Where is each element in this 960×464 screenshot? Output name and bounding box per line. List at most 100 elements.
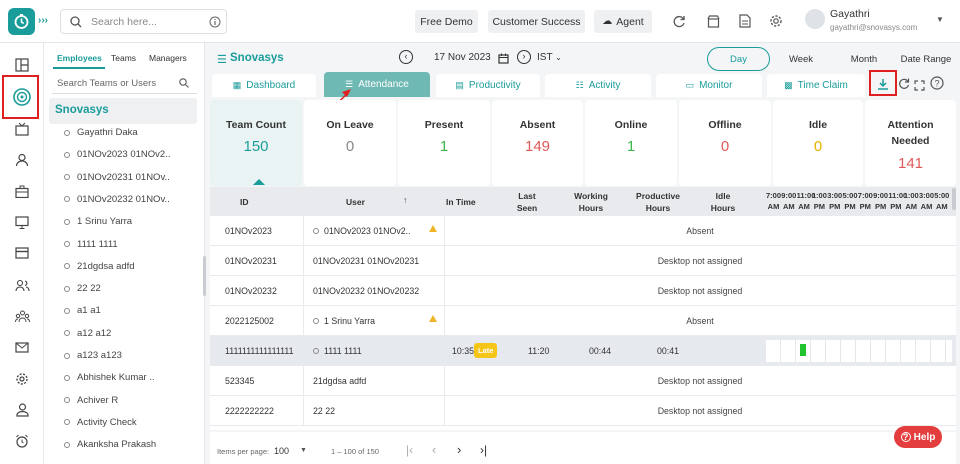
- member-list-item[interactable]: Akanksha Prakash: [64, 439, 156, 450]
- last-page-icon[interactable]: ›|: [480, 443, 487, 457]
- tab-dashboard[interactable]: ▦ Dashboard: [212, 74, 316, 97]
- document-icon[interactable]: [736, 12, 754, 30]
- col-productive-hours[interactable]: Productive Hours: [634, 190, 682, 214]
- user-menu-caret-icon[interactable]: ▼: [936, 15, 944, 24]
- next-date-icon[interactable]: ›: [517, 50, 531, 64]
- row-user[interactable]: 01NOv20232 01NOv20232: [313, 286, 419, 296]
- row-user[interactable]: 01NOv20231 01NOv20231: [313, 256, 419, 266]
- previous-date-icon[interactable]: ‹: [399, 50, 413, 64]
- stat-card[interactable]: Absent 149: [492, 100, 583, 186]
- table-row[interactable]: 2022125002 1 Srinu Yarra Absent: [210, 306, 956, 336]
- tab-activity[interactable]: ☷ Activity: [545, 74, 651, 97]
- table-row[interactable]: 2222222222 22 22 Desktop not assigned: [210, 396, 956, 426]
- dashboard-icon[interactable]: [11, 54, 33, 76]
- sort-arrow-icon[interactable]: ↑: [403, 195, 408, 205]
- col-working-hours[interactable]: Working Hours: [570, 190, 612, 214]
- member-list-item[interactable]: 01NOv20232 01NOv..: [64, 194, 170, 205]
- member-list-item[interactable]: Gayathri Daka: [64, 127, 138, 138]
- col-user[interactable]: User: [346, 196, 365, 208]
- team-search-input[interactable]: Search Teams or Users: [52, 72, 197, 94]
- date-display[interactable]: 17 Nov 2023: [434, 52, 491, 63]
- stat-card[interactable]: Idle 0: [773, 100, 863, 186]
- next-page-icon[interactable]: ›: [457, 442, 461, 457]
- member-list-item[interactable]: 1 Srinu Yarra: [64, 216, 132, 227]
- view-tab-month[interactable]: Month: [840, 47, 888, 71]
- member-list-item[interactable]: Abhishek Kumar ..: [64, 372, 155, 383]
- settings-icon[interactable]: [767, 12, 785, 30]
- timezone-select[interactable]: IST ⌄: [537, 52, 562, 63]
- member-list-item[interactable]: 01NOv20231 01NOv..: [64, 172, 170, 183]
- member-list-item[interactable]: 01NOv2023 01NOv2..: [64, 149, 170, 160]
- user-icon[interactable]: [11, 149, 33, 171]
- alarm-clock-icon[interactable]: [11, 430, 33, 452]
- app-logo[interactable]: [8, 8, 35, 35]
- refresh-icon[interactable]: [670, 12, 688, 30]
- menu-icon[interactable]: ☰: [217, 53, 227, 66]
- table-row[interactable]: 01NOv20232 01NOv20232 01NOv20232 Desktop n…: [210, 276, 956, 306]
- previous-page-icon[interactable]: ‹: [432, 442, 436, 457]
- chevron-down-icon[interactable]: ▼: [300, 447, 307, 454]
- stat-card[interactable]: On Leave 0: [304, 100, 396, 186]
- member-list-item[interactable]: 1111 1111: [64, 239, 118, 250]
- member-list-item[interactable]: 22 22: [64, 283, 101, 294]
- stat-card[interactable]: Team Count 150: [210, 100, 302, 186]
- users-icon[interactable]: [11, 274, 33, 296]
- table-row[interactable]: 01NOv20231 01NOv20231 01NOv20231 Desktop n…: [210, 246, 956, 276]
- stat-card[interactable]: Attention Needed 141: [865, 100, 956, 186]
- mail-icon[interactable]: [11, 336, 33, 358]
- row-user[interactable]: 21dgdsa adfd: [313, 376, 366, 386]
- profile-icon[interactable]: [11, 399, 33, 421]
- table-scrollbar[interactable]: [952, 188, 956, 210]
- col-in-time[interactable]: In Time: [446, 196, 476, 208]
- member-list-item[interactable]: Achiver R: [64, 395, 118, 406]
- stat-card[interactable]: Online 1: [585, 100, 677, 186]
- table-row[interactable]: 1111111111111111 1111 1111 10:35 Late 11:20 0…: [210, 336, 956, 366]
- monitor-icon[interactable]: [11, 211, 33, 233]
- row-user[interactable]: 01NOv2023 01NOv2..: [313, 226, 411, 236]
- tab-managers[interactable]: Managers: [149, 53, 187, 63]
- expand-sidebar-icon[interactable]: ›››: [38, 15, 48, 26]
- global-search-input[interactable]: Search here...: [60, 9, 227, 34]
- tab-time-claim[interactable]: ▩ Time Claim: [767, 74, 865, 97]
- stat-card[interactable]: Present 1: [398, 100, 490, 186]
- help-button[interactable]: ? Help: [894, 426, 942, 448]
- fullscreen-icon[interactable]: [914, 78, 925, 96]
- calendar-icon[interactable]: [498, 51, 509, 69]
- download-icon[interactable]: [877, 77, 889, 95]
- view-tab-week[interactable]: Week: [778, 47, 824, 71]
- store-icon[interactable]: [704, 12, 722, 30]
- stat-card[interactable]: Offline 0: [679, 100, 771, 186]
- col-id[interactable]: ID: [240, 196, 249, 208]
- row-user[interactable]: 1 Srinu Yarra: [313, 316, 375, 326]
- view-tab-day[interactable]: Day: [707, 47, 770, 71]
- refresh-table-icon[interactable]: [898, 77, 910, 95]
- view-tab-date-range[interactable]: Date Range: [896, 47, 956, 71]
- col-last-seen[interactable]: Last Seen: [513, 190, 541, 214]
- first-page-icon[interactable]: |‹: [406, 443, 413, 457]
- agent-button[interactable]: ☁ Agent: [594, 10, 652, 33]
- tab-monitor[interactable]: ▭ Monitor: [656, 74, 762, 97]
- avatar[interactable]: [805, 9, 825, 29]
- col-idle-hours[interactable]: Idle Hours: [708, 190, 738, 214]
- free-demo-button[interactable]: Free Demo: [415, 10, 478, 33]
- table-row[interactable]: 523345 21dgdsa adfd Desktop not assigned: [210, 366, 956, 396]
- items-per-page-select[interactable]: 100: [274, 446, 289, 456]
- tab-teams[interactable]: Teams: [111, 53, 136, 63]
- team-group-header[interactable]: Snovasys: [49, 98, 197, 124]
- member-list-item[interactable]: a123 a123: [64, 350, 122, 361]
- gear-icon[interactable]: [11, 368, 33, 390]
- briefcase-icon[interactable]: [11, 180, 33, 202]
- row-user[interactable]: 1111 1111: [313, 346, 362, 356]
- member-list-item[interactable]: a12 a12: [64, 328, 111, 339]
- team-icon[interactable]: [11, 305, 33, 327]
- help-circle-icon[interactable]: ?: [930, 76, 944, 95]
- card-icon[interactable]: [11, 242, 33, 264]
- activity-timeline[interactable]: [766, 340, 952, 362]
- info-icon[interactable]: [209, 16, 221, 28]
- member-list-item[interactable]: Activity Check: [64, 417, 137, 428]
- row-user[interactable]: 22 22: [313, 406, 335, 416]
- tab-employees[interactable]: Employees: [57, 53, 102, 63]
- member-list-item[interactable]: 21dgdsa adfd: [64, 261, 135, 272]
- table-row[interactable]: 01NOv2023 01NOv2023 01NOv2.. Absent: [210, 216, 956, 246]
- member-list-item[interactable]: a1 a1: [64, 305, 101, 316]
